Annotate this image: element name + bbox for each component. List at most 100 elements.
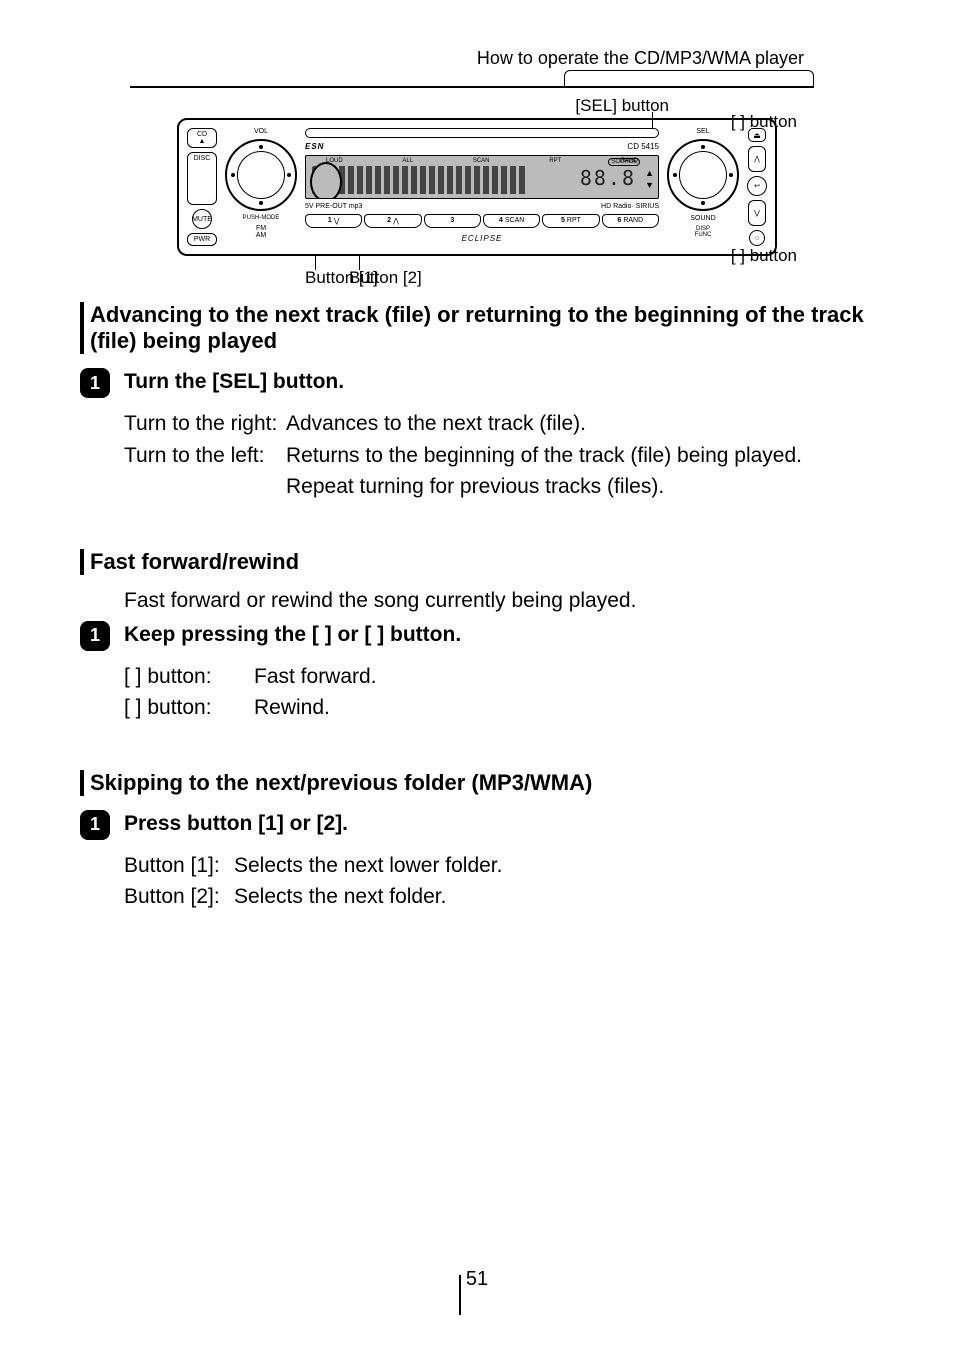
step: 1 Turn the [SEL] button. xyxy=(80,368,874,398)
preset-3[interactable]: 3 xyxy=(424,214,481,228)
detail-val: Repeat turning for previous tracks (file… xyxy=(286,471,874,503)
callout-b2: Button [2] xyxy=(349,268,422,288)
step-text: Press button [1] or [2]. xyxy=(124,812,348,836)
lcd-arrows-icon: ▲▼ xyxy=(645,168,654,190)
aux-jack[interactable]: ○ xyxy=(749,230,765,246)
mute-button[interactable]: MUTE xyxy=(192,209,212,229)
section-body: Fast forward or rewind the song currentl… xyxy=(80,589,874,724)
sound-label: SOUND xyxy=(690,215,715,222)
eclipse-logo: ECLIPSE xyxy=(305,234,659,243)
tick xyxy=(359,256,360,270)
tick xyxy=(315,256,316,270)
step: 1 Press button [1] or [2]. xyxy=(80,810,874,840)
section-title: Skipping to the next/previous folder (MP… xyxy=(90,770,874,796)
preset-num: 6 xyxy=(617,217,621,225)
footer-divider xyxy=(459,1275,461,1315)
sel-knob[interactable] xyxy=(667,139,739,211)
esn-logo: ESN xyxy=(305,142,324,151)
lcd-label: ALL xyxy=(402,158,413,164)
preset-1[interactable]: 1⋁ xyxy=(305,214,362,228)
detail-list: Turn to the right:Advances to the next t… xyxy=(124,408,874,503)
lcd-digits: 88.8 xyxy=(580,166,636,190)
source-label: SOURCE xyxy=(608,158,640,166)
up-button[interactable]: ⋀ xyxy=(748,146,766,172)
car-stereo-faceplate: CD▲ DISC MUTE PWR VOL PUSH-MODE FM AM ES… xyxy=(177,118,777,256)
rtn-button[interactable]: ↩ xyxy=(747,176,767,196)
detail-key xyxy=(124,471,286,503)
down-button[interactable]: ⋁ xyxy=(748,200,766,226)
step: 1 Keep pressing the [ ] or [ ] button. xyxy=(80,621,874,651)
section-fast-forward: Fast forward/rewind xyxy=(80,549,874,575)
detail-val: Advances to the next track (file). xyxy=(286,408,874,440)
sel-label: SEL xyxy=(696,128,709,135)
section-advance-track: Advancing to the next track (file) or re… xyxy=(80,302,874,354)
detail-key: [ ] button: xyxy=(124,692,254,724)
chevron-down-icon: ⋁ xyxy=(334,217,340,225)
callout-down: [ ] button xyxy=(731,246,797,266)
left-knob-area: VOL PUSH-MODE FM AM xyxy=(225,128,297,246)
step-number: 1 xyxy=(80,368,110,398)
preset-4[interactable]: 4SCAN xyxy=(483,214,540,228)
model-label: CD 5415 xyxy=(627,142,659,151)
detail-key: [ ] button: xyxy=(124,661,254,693)
disp-func-label: DISP FUNC xyxy=(695,226,712,238)
detail-val: Returns to the beginning of the track (f… xyxy=(286,440,874,472)
header-tab xyxy=(564,70,814,86)
section-skip-folder: Skipping to the next/previous folder (MP… xyxy=(80,770,874,796)
preset-num: 1 xyxy=(328,217,332,225)
preset-text: RAND xyxy=(623,217,643,225)
detail-val: Selects the next folder. xyxy=(234,881,874,913)
chevron-up-icon: ⋀ xyxy=(754,156,760,163)
callout-sel: [SEL] button xyxy=(575,96,669,116)
preset-2[interactable]: 2⋀ xyxy=(364,214,421,228)
header-rule xyxy=(130,86,814,88)
cd-label: CD xyxy=(197,131,207,138)
detail-key: Turn to the left: xyxy=(124,440,286,472)
header-section-title: How to operate the CD/MP3/WMA player xyxy=(477,48,804,69)
hdradio-label: HD Radio· SIRIUS xyxy=(601,203,659,210)
detail-key: Turn to the right: xyxy=(124,408,286,440)
page-number: 51 xyxy=(466,1268,488,1291)
callout-up: [ ] button xyxy=(731,112,797,132)
disc-button[interactable]: DISC xyxy=(187,152,217,205)
preset-num: 4 xyxy=(499,217,503,225)
feature-row: 5V PRE-OUT mp3 HD Radio· SIRIUS xyxy=(305,203,659,210)
section-body: 1 Turn the [SEL] button. Turn to the rig… xyxy=(80,368,874,503)
pushmode-label: PUSH-MODE xyxy=(243,215,280,221)
section-title: Fast forward/rewind xyxy=(90,549,874,575)
section-title: Advancing to the next track (file) or re… xyxy=(90,302,874,354)
right-knob-area: SEL SOUND DISP FUNC xyxy=(667,128,739,246)
preset-row: 1⋁ 2⋀ 3 4SCAN 5RPT 6RAND xyxy=(305,214,659,228)
cd-button[interactable]: CD▲ xyxy=(187,128,217,148)
lcd-label: RPT xyxy=(549,158,561,164)
step-number: 1 xyxy=(80,810,110,840)
return-icon: ↩ xyxy=(754,182,760,190)
tick xyxy=(652,112,653,128)
spectrum-icon xyxy=(312,166,528,194)
fm-am-label: FM AM xyxy=(256,225,267,239)
preset-text: SCAN xyxy=(505,217,524,225)
preset-text: RPT xyxy=(567,217,581,225)
brand-row: ESN CD 5415 xyxy=(305,142,659,151)
detail-list: Button [1]:Selects the next lower folder… xyxy=(124,850,874,913)
preset-6[interactable]: 6RAND xyxy=(602,214,659,228)
preset-num: 2 xyxy=(387,217,391,225)
disc-slot[interactable] xyxy=(305,128,659,138)
detail-val: Rewind. xyxy=(254,692,874,724)
detail-key: Button [2]: xyxy=(124,881,234,913)
right-column: ⏏ ⋀ ↩ ⋁ ○ xyxy=(747,128,767,246)
preset-num: 3 xyxy=(450,217,454,225)
chevron-up-icon: ⋀ xyxy=(393,217,399,225)
section-body: 1 Press button [1] or [2]. Button [1]:Se… xyxy=(80,810,874,913)
page: How to operate the CD/MP3/WMA player [SE… xyxy=(0,0,954,1355)
lcd-display: LOUD ALL SCAN RPT RAND SOURCE 88.8 ▲▼ xyxy=(305,155,659,199)
step-text: Turn the [SEL] button. xyxy=(124,370,344,394)
step-text: Keep pressing the [ ] or [ ] button. xyxy=(124,623,461,647)
step-number: 1 xyxy=(80,621,110,651)
center-column: ESN CD 5415 LOUD ALL SCAN RPT RAND SOURC… xyxy=(305,128,659,246)
preset-5[interactable]: 5RPT xyxy=(542,214,599,228)
lcd-label: SCAN xyxy=(473,158,490,164)
pwr-button[interactable]: PWR xyxy=(187,233,217,246)
volume-knob[interactable] xyxy=(225,139,297,211)
preout-label: 5V PRE-OUT mp3 xyxy=(305,203,362,210)
